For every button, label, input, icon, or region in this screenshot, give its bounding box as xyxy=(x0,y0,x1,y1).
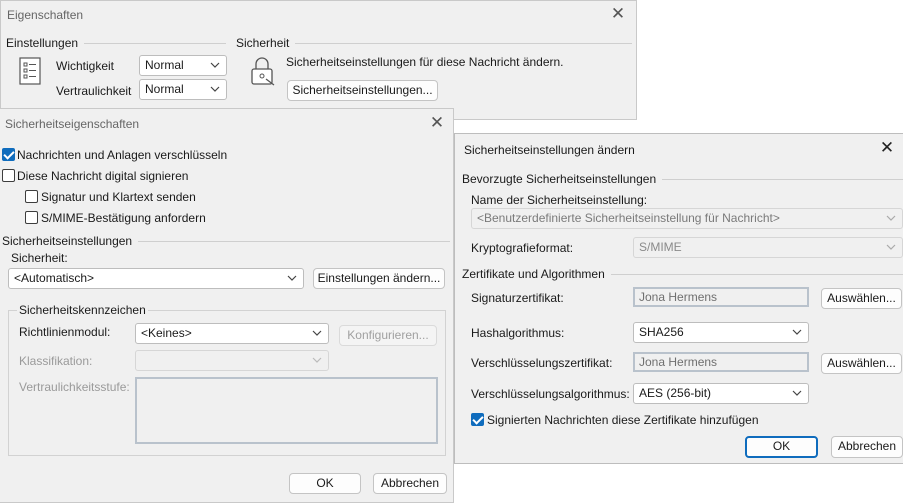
setting-name-label: Name der Sicherheitseinstellung: xyxy=(471,193,648,207)
sensitivity-label: Vertraulichkeit xyxy=(56,84,132,98)
add-certs-checkbox[interactable] xyxy=(471,413,484,426)
security-setting-select[interactable]: <Automatisch> xyxy=(8,268,304,289)
close-icon[interactable]: ✕ xyxy=(421,110,453,138)
crypto-format-select[interactable]: S/MIME xyxy=(633,237,903,258)
security-setting-value: <Automatisch> xyxy=(14,271,95,285)
importance-value: Normal xyxy=(145,58,184,72)
importance-label: Wichtigkeit xyxy=(56,59,115,73)
choose-signing-cert-button[interactable]: Auswählen... xyxy=(821,288,902,309)
settings-list-icon xyxy=(19,57,41,85)
chevron-down-icon xyxy=(792,329,802,335)
chevron-down-icon xyxy=(210,62,220,68)
certs-algorithms-header: Zertifikate und Algorithmen xyxy=(462,267,903,281)
encryption-algorithm-value: AES (256-bit) xyxy=(639,386,712,400)
hash-algorithm-select[interactable]: SHA256 xyxy=(633,322,809,343)
chevron-down-icon xyxy=(287,275,297,281)
security-description: Sicherheitseinstellungen für diese Nachr… xyxy=(286,55,564,69)
security-labels-header: Sicherheitskennzeichen xyxy=(17,303,148,317)
policy-module-select[interactable]: <Keines> xyxy=(135,323,329,344)
privacy-mark-label: Vertraulichkeitsstufe: xyxy=(19,380,130,394)
dialog-title: Eigenschaften xyxy=(7,8,84,22)
smime-receipt-checkbox[interactable] xyxy=(25,211,38,224)
security-settings-header: Sicherheitseinstellungen xyxy=(2,234,450,248)
settings-section-header: Einstellungen xyxy=(6,36,226,50)
add-certs-label: Signierten Nachrichten diese Zertifikate… xyxy=(487,413,759,427)
security-properties-dialog: Sicherheitseigenschaften ✕ Nachrichten u… xyxy=(0,108,454,503)
chevron-down-icon xyxy=(792,390,802,396)
configure-button[interactable]: Konfigurieren... xyxy=(339,325,437,346)
policy-module-value: <Keines> xyxy=(141,326,192,340)
change-settings-button[interactable]: Einstellungen ändern... xyxy=(313,268,445,289)
crypto-format-label: Kryptografieformat: xyxy=(471,241,574,255)
chevron-down-icon xyxy=(210,86,220,92)
choose-encryption-cert-button[interactable]: Auswählen... xyxy=(821,353,902,374)
cleartext-checkbox[interactable] xyxy=(25,190,38,203)
ok-button[interactable]: OK xyxy=(289,473,361,494)
encrypt-checkbox[interactable] xyxy=(2,148,15,161)
ok-button[interactable]: OK xyxy=(745,436,818,458)
dialog-title: Sicherheitseinstellungen ändern xyxy=(464,143,635,157)
chevron-down-icon xyxy=(312,330,322,336)
chevron-down-icon xyxy=(312,357,322,363)
sensitivity-select[interactable]: Normal xyxy=(139,79,227,100)
hash-algorithm-label: Hashalgorithmus: xyxy=(471,326,565,340)
cancel-button[interactable]: Abbrechen xyxy=(373,473,447,494)
cleartext-label: Signatur und Klartext senden xyxy=(41,190,196,204)
privacy-mark-textarea[interactable] xyxy=(135,377,438,444)
encrypt-label: Nachrichten und Anlagen verschlüsseln xyxy=(17,148,228,162)
lock-icon xyxy=(251,57,275,86)
sensitivity-value: Normal xyxy=(145,82,184,96)
properties-dialog: Eigenschaften ✕ Einstellungen Sicherheit… xyxy=(0,0,637,120)
encryption-algorithm-label: Verschlüsselungsalgorithmus: xyxy=(471,387,630,401)
signing-cert-field[interactable]: Jona Hermens xyxy=(633,287,809,307)
importance-select[interactable]: Normal xyxy=(139,55,227,76)
close-icon[interactable]: ✕ xyxy=(871,135,903,163)
policy-module-label: Richtlinienmodul: xyxy=(19,325,111,339)
dialog-title: Sicherheitseigenschaften xyxy=(5,117,140,131)
classification-label: Klassifikation: xyxy=(19,354,93,368)
change-security-settings-dialog: Sicherheitseinstellungen ändern ✕ Bevorz… xyxy=(454,133,903,464)
preferred-settings-header: Bevorzugte Sicherheitseinstellungen xyxy=(462,172,903,186)
security-label: Sicherheit: xyxy=(11,251,68,265)
encryption-algorithm-select[interactable]: AES (256-bit) xyxy=(633,383,809,404)
setting-name-select[interactable]: <Benutzerdefinierte Sicherheitseinstellu… xyxy=(471,208,903,229)
signing-cert-label: Signaturzertifikat: xyxy=(471,291,564,305)
sign-label: Diese Nachricht digital signieren xyxy=(17,169,189,183)
sign-checkbox[interactable] xyxy=(2,169,15,182)
smime-receipt-label: S/MIME-Bestätigung anfordern xyxy=(41,211,206,225)
encryption-cert-field[interactable]: Jona Hermens xyxy=(633,352,809,372)
hash-algorithm-value: SHA256 xyxy=(639,325,684,339)
cancel-button[interactable]: Abbrechen xyxy=(831,436,903,458)
chevron-down-icon xyxy=(886,244,896,250)
crypto-format-value: S/MIME xyxy=(639,240,682,254)
chevron-down-icon xyxy=(886,215,896,221)
security-settings-button[interactable]: Sicherheitseinstellungen... xyxy=(287,80,438,101)
encryption-cert-label: Verschlüsselungszertifikat: xyxy=(471,356,613,370)
close-icon[interactable]: ✕ xyxy=(602,1,634,29)
security-section-header: Sicherheit xyxy=(236,36,632,50)
setting-name-value: <Benutzerdefinierte Sicherheitseinstellu… xyxy=(477,211,780,225)
classification-select[interactable] xyxy=(135,350,329,371)
